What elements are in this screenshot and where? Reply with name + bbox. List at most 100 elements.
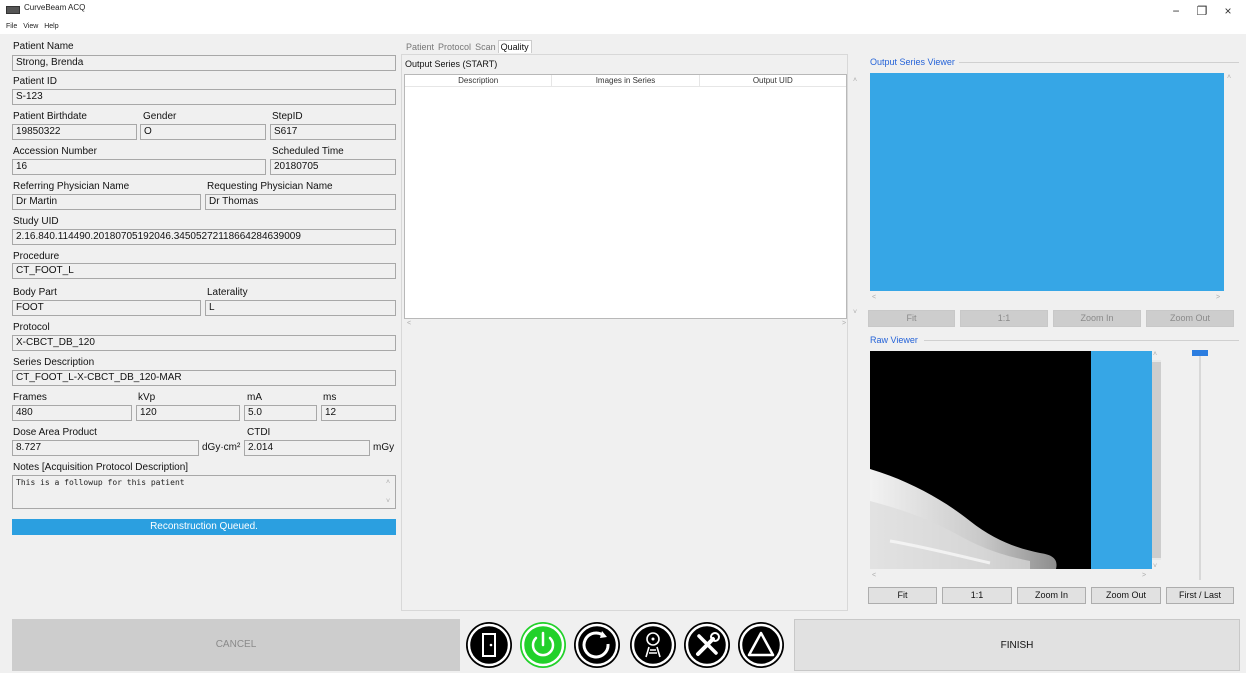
stepid-field[interactable]: S617	[270, 124, 396, 140]
output-viewer-scroll-up-icon[interactable]: ˄	[1227, 74, 1231, 81]
table-scroll-left-icon[interactable]: <	[407, 320, 411, 327]
ctdi-field[interactable]: 2.014	[244, 440, 370, 456]
raw-zoom-in-button[interactable]: Zoom In	[1017, 587, 1086, 604]
accession-label: Accession Number	[13, 146, 97, 157]
notes-textarea[interactable]: This is a followup for this patient	[12, 475, 396, 509]
door-exit-icon	[467, 623, 511, 667]
restore-button[interactable]: ❐	[1190, 4, 1214, 18]
gender-field[interactable]: O	[140, 124, 266, 140]
series-description-field[interactable]: CT_FOOT_L-X-CBCT_DB_120-MAR	[12, 370, 396, 386]
cancel-button[interactable]: CANCEL	[12, 619, 460, 671]
raw-fit-button[interactable]: Fit	[868, 587, 937, 604]
dap-label: Dose Area Product	[13, 427, 97, 438]
laterality-label: Laterality	[207, 287, 248, 298]
refresh-icon	[575, 623, 619, 667]
minimize-button[interactable]: −	[1164, 4, 1188, 18]
accession-field[interactable]: 16	[12, 159, 266, 175]
frames-label: Frames	[13, 392, 47, 403]
raw-xray-image[interactable]	[870, 351, 1152, 569]
notes-scroll-up-icon[interactable]: ˄	[386, 479, 390, 486]
output-viewer-title: Output Series Viewer	[870, 57, 955, 67]
tab-patient[interactable]: Patient	[404, 41, 436, 53]
kvp-label: kVp	[138, 392, 156, 403]
radiation-button[interactable]	[630, 622, 676, 668]
raw-viewer-title: Raw Viewer	[870, 335, 918, 345]
table-scroll-right-icon[interactable]: >	[842, 320, 846, 327]
frames-field[interactable]: 480	[12, 405, 132, 421]
birthdate-label: Patient Birthdate	[13, 111, 87, 122]
close-button[interactable]: ×	[1216, 4, 1240, 18]
app-icon	[6, 6, 20, 14]
referring-physician-label: Referring Physician Name	[13, 181, 130, 192]
patient-name-field[interactable]: Strong, Brenda	[12, 55, 396, 71]
menu-view[interactable]: View	[23, 23, 38, 30]
scheduled-time-field[interactable]: 20180705	[270, 159, 396, 175]
raw-viewer-scroll-right-icon[interactable]: >	[1142, 572, 1146, 579]
tab-protocol[interactable]: Protocol	[436, 41, 473, 53]
output-zoom-in-button[interactable]: Zoom In	[1053, 310, 1141, 327]
patient-name-label: Patient Name	[13, 41, 74, 52]
title-bar: CurveBeam ACQ − ❐ ×	[0, 0, 1246, 22]
output-1to1-button[interactable]: 1:1	[960, 310, 1048, 327]
patient-id-field[interactable]: S-123	[12, 89, 396, 105]
column-output-uid[interactable]: Output UID	[700, 75, 846, 86]
raw-1to1-button[interactable]: 1:1	[942, 587, 1012, 604]
ma-label: mA	[247, 392, 262, 403]
ctdi-label: CTDI	[247, 427, 271, 438]
output-zoom-out-button[interactable]: Zoom Out	[1146, 310, 1234, 327]
kvp-field[interactable]: 120	[136, 405, 240, 421]
raw-viewer-scroll-down-icon[interactable]: ˅	[1153, 563, 1157, 570]
status-bar: Reconstruction Queued.	[12, 519, 396, 535]
column-images-in-series[interactable]: Images in Series	[552, 75, 700, 86]
tools-button[interactable]	[684, 622, 730, 668]
protocol-field[interactable]: X-CBCT_DB_120	[12, 335, 396, 351]
power-icon	[521, 623, 565, 667]
notes-text: This is a followup for this patient	[16, 478, 185, 487]
ma-field[interactable]: 5.0	[244, 405, 317, 421]
output-viewer-scroll-left-icon[interactable]: <	[872, 294, 876, 301]
frame-slider-handle[interactable]	[1192, 350, 1208, 356]
referring-physician-field[interactable]: Dr Martin	[12, 194, 201, 210]
finish-button[interactable]: FINISH	[794, 619, 1240, 671]
procedure-field[interactable]: CT_FOOT_L	[12, 263, 396, 279]
radiation-icon	[631, 623, 675, 667]
dap-field[interactable]: 8.727	[12, 440, 199, 456]
body-part-label: Body Part	[13, 287, 57, 298]
output-fit-button[interactable]: Fit	[868, 310, 955, 327]
column-description[interactable]: Description	[405, 75, 553, 86]
notes-label: Notes [Acquisition Protocol Description]	[13, 462, 189, 473]
ms-field[interactable]: 12	[321, 405, 396, 421]
laterality-field[interactable]: L	[205, 300, 396, 316]
body-part-field[interactable]: FOOT	[12, 300, 201, 316]
birthdate-field[interactable]: 19850322	[12, 124, 137, 140]
frame-slider-track[interactable]	[1199, 352, 1201, 580]
study-uid-field[interactable]: 2.16.840.114490.20180705192046.345052721…	[12, 229, 396, 245]
raw-viewer-scroll-up-icon[interactable]: ˄	[1153, 351, 1157, 358]
window-title: CurveBeam ACQ	[24, 3, 86, 12]
exit-button[interactable]	[466, 622, 512, 668]
table-scroll-down-icon[interactable]: ˅	[853, 309, 857, 316]
output-series-title: Output Series (START)	[405, 59, 498, 69]
tools-icon	[685, 623, 729, 667]
warning-triangle-icon	[739, 623, 783, 667]
procedure-label: Procedure	[13, 251, 60, 262]
output-series-image[interactable]	[870, 73, 1224, 291]
power-button[interactable]	[520, 622, 566, 668]
gender-label: Gender	[143, 111, 177, 122]
menu-help[interactable]: Help	[44, 23, 58, 30]
raw-zoom-out-button[interactable]: Zoom Out	[1091, 587, 1161, 604]
notes-scroll-down-icon[interactable]: ˅	[386, 498, 390, 505]
output-series-table[interactable]: Description Images in Series Output UID	[404, 74, 847, 319]
output-viewer-scroll-right-icon[interactable]: >	[1216, 294, 1220, 301]
menu-bar: File View Help	[0, 22, 1246, 34]
raw-first-last-button[interactable]: First / Last	[1166, 587, 1234, 604]
menu-file[interactable]: File	[6, 23, 17, 30]
refresh-button[interactable]	[574, 622, 620, 668]
raw-viewer-vscroll-thumb[interactable]	[1152, 362, 1161, 558]
tab-scan[interactable]: Scan	[473, 41, 498, 53]
requesting-physician-field[interactable]: Dr Thomas	[205, 194, 396, 210]
tab-quality[interactable]: Quality	[497, 40, 532, 53]
table-scroll-up-icon[interactable]: ˄	[853, 77, 857, 84]
warning-button[interactable]	[738, 622, 784, 668]
raw-viewer-scroll-left-icon[interactable]: <	[872, 572, 876, 579]
